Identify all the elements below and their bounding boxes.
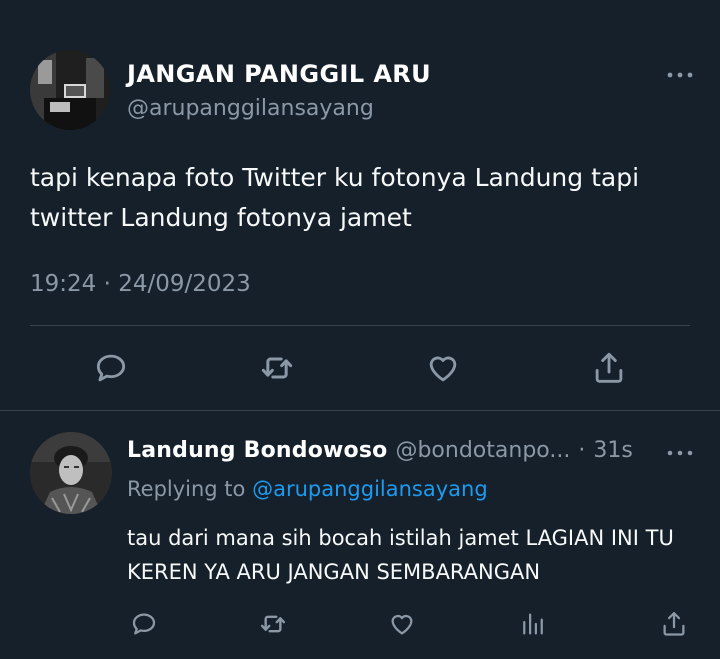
like-icon — [429, 356, 457, 382]
display-name[interactable]: Landung Bondowoso — [127, 438, 387, 463]
share-button[interactable] — [587, 346, 631, 390]
avatar[interactable] — [30, 432, 112, 514]
more-icon — [667, 450, 693, 456]
reply-button[interactable] — [126, 606, 162, 642]
share-icon — [663, 612, 685, 636]
reply-text: tau dari mana sih bocah istilah jamet LA… — [127, 526, 674, 584]
retweet-button[interactable] — [255, 606, 291, 642]
profile-photo — [30, 432, 112, 514]
reply-button[interactable] — [89, 346, 133, 390]
divider — [0, 410, 720, 411]
tweet-time: 19:24 — [30, 271, 97, 297]
share-icon — [595, 352, 623, 383]
profile-photo — [30, 50, 110, 130]
replying-prefix: Replying to — [127, 477, 246, 501]
divider — [30, 325, 690, 326]
display-name[interactable]: JANGAN PANGGIL ARU — [127, 60, 431, 88]
retweet-button[interactable] — [255, 346, 299, 390]
reply-icon — [132, 613, 156, 635]
user-handle[interactable]: @bondotanpo... — [395, 438, 570, 463]
more-icon — [667, 72, 693, 78]
reply-header: Landung Bondowoso @bondotanpo... · 31s — [127, 438, 657, 463]
more-options-button[interactable] — [664, 439, 696, 467]
like-button[interactable] — [384, 606, 420, 642]
tweet-date: 24/09/2023 — [118, 271, 251, 297]
views-button[interactable] — [515, 606, 551, 642]
meta-separator: · — [578, 438, 586, 463]
meta-separator: · — [103, 271, 111, 297]
user-handle[interactable]: @arupanggilansayang — [127, 96, 374, 121]
avatar[interactable] — [30, 50, 110, 130]
replying-to: Replying to @arupanggilansayang — [127, 477, 488, 501]
mention-link[interactable]: @arupanggilansayang — [252, 477, 488, 501]
like-button[interactable] — [421, 346, 465, 390]
more-options-button[interactable] — [664, 60, 696, 90]
views-icon — [523, 613, 543, 635]
like-icon — [391, 615, 413, 635]
tweet-timestamp: 19:24 · 24/09/2023 — [30, 271, 251, 297]
reply-time[interactable]: 31s — [593, 438, 632, 463]
tweet-text: tapi kenapa foto Twitter ku fotonya Land… — [30, 163, 640, 232]
retweet-icon — [261, 357, 293, 379]
reply-icon — [96, 354, 126, 382]
retweet-icon — [260, 615, 286, 633]
share-button[interactable] — [656, 606, 692, 642]
